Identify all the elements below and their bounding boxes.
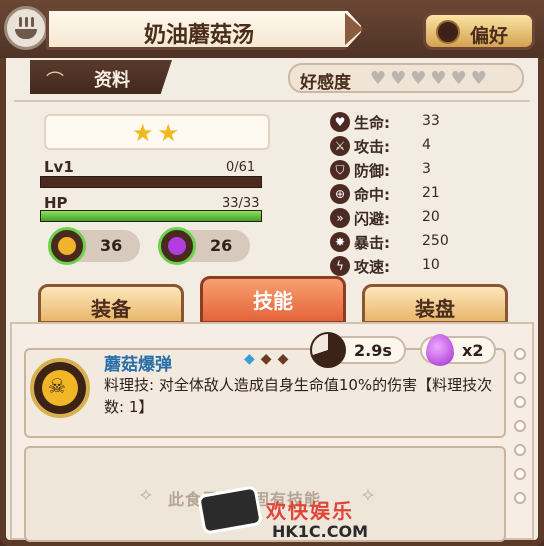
hp-value: 33/33 [222,196,260,211]
dodge-icon: » [330,208,350,228]
purple-drop-icon [426,334,454,366]
stat-name: 闪避: [354,210,390,228]
energy-resource-pill: 26 [158,227,250,265]
info-tab[interactable]: ⌒ 资料 [30,60,172,94]
stat-value: 10 [422,257,440,273]
skill-cooldown-value: 2.9s [354,341,392,360]
speed-icon: ϟ [330,256,350,276]
mushroom-bomb-skill-icon: ☠ [30,358,90,418]
header-bar: 奶油蘑菇汤 偏好 [0,0,544,58]
affection-heart-icon: ♥ [390,68,407,89]
stat-row: ϟ 攻速: 10 [330,254,530,278]
affection-label: 好感度 [300,73,351,93]
food-bowl-icon [48,227,86,265]
skill-description: 料理技: 对全体敌人造成自身生命值10%的伤害【料理技次数: 1】 [104,376,493,416]
stat-row: ⛉ 防御: 3 [330,158,530,182]
tab-plating[interactable]: 装盘 [362,284,508,324]
tab-equipment[interactable]: 装备 [38,284,184,324]
character-name: 奶油蘑菇汤 [143,23,254,48]
stat-list: ♥ 生命: 33 ⚔ 攻击: 4 ⛉ 防御: 3 ⊕ 命中: 21 » 闪避: 20 ✸ 暴击: 250 ϟ 攻速: 1… [330,110,530,278]
crosshair-icon: ⊕ [330,184,350,204]
stat-row: ♥ 生命: 33 [330,110,530,134]
food-resource-pill: 36 [48,227,140,265]
cooldown-clock-icon [310,332,346,368]
affection-heart-icon: ♥ [410,68,427,89]
affection-heart-icon: ♥ [430,68,447,89]
skill-cost-value: x2 [462,341,484,360]
soup-bowl-icon [4,6,48,50]
right-ornament-icon: ⟡ [362,484,374,505]
stat-row: ⚔ 攻击: 4 [330,134,530,158]
energy-resource-value: 26 [210,236,233,255]
exp-bar [40,176,262,188]
heart-icon: ♥ [330,112,350,132]
stat-value: 3 [422,161,431,177]
preference-label: 偏好 [470,25,509,47]
stat-name: 攻速: [354,258,390,276]
hp-bar-fill [41,211,261,221]
hp-bar [40,210,262,222]
stat-row: ✸ 暴击: 250 [330,230,530,254]
skill-name: 蘑菇爆弹 [104,355,172,375]
affection-heart-icon: ♥ [470,68,487,89]
attack-icon: ⚔ [330,136,350,156]
affection-bar: 好感度 ♥ ♥ ♥ ♥ ♥ ♥ [288,63,524,93]
skill-cooldown-pill: 2.9s [310,332,406,368]
food-resource-value: 36 [100,236,123,255]
preference-icon [436,20,460,44]
preference-button[interactable]: 偏好 [423,12,535,50]
affection-heart-icon: ♥ [450,68,467,89]
crit-icon: ✸ [330,232,350,252]
stat-value: 33 [422,113,440,129]
stat-name: 防御: [354,162,390,180]
stat-name: 命中: [354,186,390,204]
skill-cost-pill: x2 [420,334,496,366]
rarity-stars: ★★ [132,119,184,147]
stat-row: ⊕ 命中: 21 [330,182,530,206]
stat-name: 暴击: [354,234,390,252]
ladle-icon: ⌒ [46,71,64,92]
tab-equipment-label: 装备 [91,297,131,321]
title-banner: 奶油蘑菇汤 [46,8,364,50]
left-ornament-icon: ⟡ [140,484,152,505]
watermark-text: 欢快娱乐 [266,499,354,523]
stat-name: 生命: [354,114,390,132]
tab-skills-label: 技能 [253,289,293,313]
tab-skills[interactable]: 技能 [200,276,346,324]
stat-row: » 闪避: 20 [330,206,530,230]
tab-plating-label: 装盘 [415,297,455,321]
stat-name: 攻击: [354,138,390,156]
divider [14,100,530,102]
shield-icon: ⛉ [330,160,350,180]
affection-heart-icon: ♥ [370,68,387,89]
stat-value: 4 [422,137,431,153]
info-tab-label: 资料 [94,70,130,91]
purple-orb-icon [158,227,196,265]
stat-value: 20 [422,209,440,225]
affection-hearts: ♥ ♥ ♥ ♥ ♥ ♥ [370,69,487,89]
exp-value: 0/61 [226,160,256,175]
level-label: Lv1 [44,158,74,176]
scroll-indicator [514,348,528,516]
watermark-url: HK1C.COM [272,522,369,541]
rarity-stars-box: ★★ [44,114,270,150]
stat-value: 250 [422,233,449,249]
stat-value: 21 [422,185,440,201]
skill-level-diamonds: ◆◆◆ [244,351,295,367]
banner-arrow-icon [345,13,363,45]
